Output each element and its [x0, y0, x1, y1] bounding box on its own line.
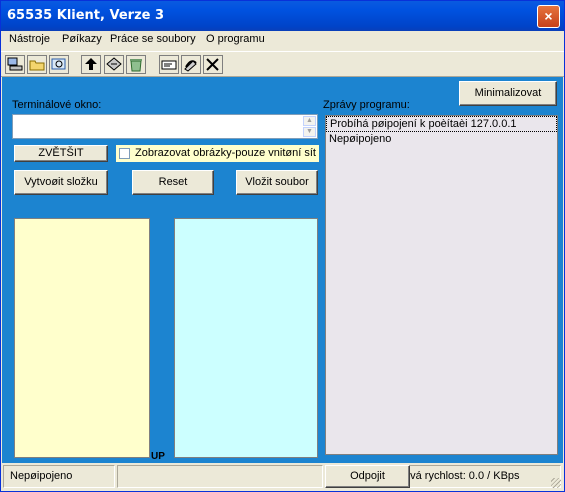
search-icon[interactable]	[49, 55, 69, 74]
images-checkbox[interactable]	[119, 148, 130, 159]
menu-o-programu[interactable]: O programu	[206, 33, 265, 45]
folder-icon[interactable]	[27, 55, 47, 74]
disconnect-button[interactable]: Odpojit	[325, 465, 410, 488]
minimize-label: Minimalizovat	[474, 87, 542, 99]
up-label: UP	[151, 451, 165, 462]
menu-bar: Nástroje Pøíkazy Práce se soubory O prog…	[1, 31, 564, 49]
menu-prikazy[interactable]: Pøíkazy	[62, 33, 102, 45]
app-window: 65535 Klient, Verze 3 × Nástroje Pøíkazy…	[0, 0, 565, 492]
zvetsit-label: ZVĚTŠIT	[38, 147, 84, 159]
resize-grip-icon[interactable]	[551, 478, 561, 488]
card-icon[interactable]	[159, 55, 179, 74]
create-folder-label: Vytvoøit složku	[24, 176, 98, 188]
scroll-up-icon[interactable]: ▲	[303, 116, 316, 126]
title-bar[interactable]: 65535 Klient, Verze 3 ×	[1, 1, 564, 31]
status-bar: Nepøipojeno ová rychlost: 0.0 / KBps Odp…	[2, 465, 563, 490]
reset-label: Reset	[158, 176, 188, 188]
message-item[interactable]: Probíhá pøipojení k poèítaèi 127.0.0.1	[326, 116, 557, 132]
message-item[interactable]: Nepøipojeno	[326, 132, 557, 146]
messages-list[interactable]: Probíhá pøipojení k poèítaèi 127.0.0.1 N…	[325, 115, 558, 455]
computer-icon[interactable]	[5, 55, 25, 74]
refresh-icon[interactable]	[181, 55, 201, 74]
recycle-icon[interactable]	[126, 55, 146, 74]
status-pane-empty	[117, 465, 323, 488]
window-title: 65535 Klient, Verze 3	[7, 8, 165, 23]
zvetsit-button[interactable]: ZVĚTŠIT	[14, 145, 108, 162]
package-icon[interactable]	[104, 55, 124, 74]
images-checkbox-label: Zobrazovat obrázky-pouze vnitøní sít	[135, 147, 316, 159]
images-option[interactable]: Zobrazovat obrázky-pouze vnitøní sít	[116, 145, 319, 162]
terminal-input[interactable]: ▲ ▼	[12, 114, 318, 139]
reset-button[interactable]: Reset	[132, 170, 214, 195]
insert-file-button[interactable]: Vložit soubor	[236, 170, 318, 195]
messages-label: Zprávy programu:	[323, 99, 410, 111]
minimize-button[interactable]: Minimalizovat	[459, 81, 557, 106]
menu-nastroje[interactable]: Nástroje	[9, 33, 50, 45]
create-folder-button[interactable]: Vytvoøit složku	[14, 170, 108, 195]
local-file-list[interactable]	[14, 218, 150, 458]
scroll-down-icon[interactable]: ▼	[303, 127, 316, 137]
disconnect-label: Odpojit	[350, 470, 385, 482]
connection-status: Nepøipojeno	[3, 465, 115, 488]
remote-file-list[interactable]	[174, 218, 318, 458]
terminal-label: Terminálové okno:	[12, 99, 102, 111]
upload-icon[interactable]	[81, 55, 101, 74]
menu-prace-se-soubory[interactable]: Práce se soubory	[110, 33, 196, 45]
toolbar	[1, 51, 564, 77]
close-button[interactable]: ×	[537, 5, 560, 28]
insert-file-label: Vložit soubor	[245, 176, 309, 188]
tools-icon[interactable]	[203, 55, 223, 74]
client-area: Terminálové okno: ▲ ▼ ZVĚTŠIT Zobrazovat…	[2, 77, 563, 463]
